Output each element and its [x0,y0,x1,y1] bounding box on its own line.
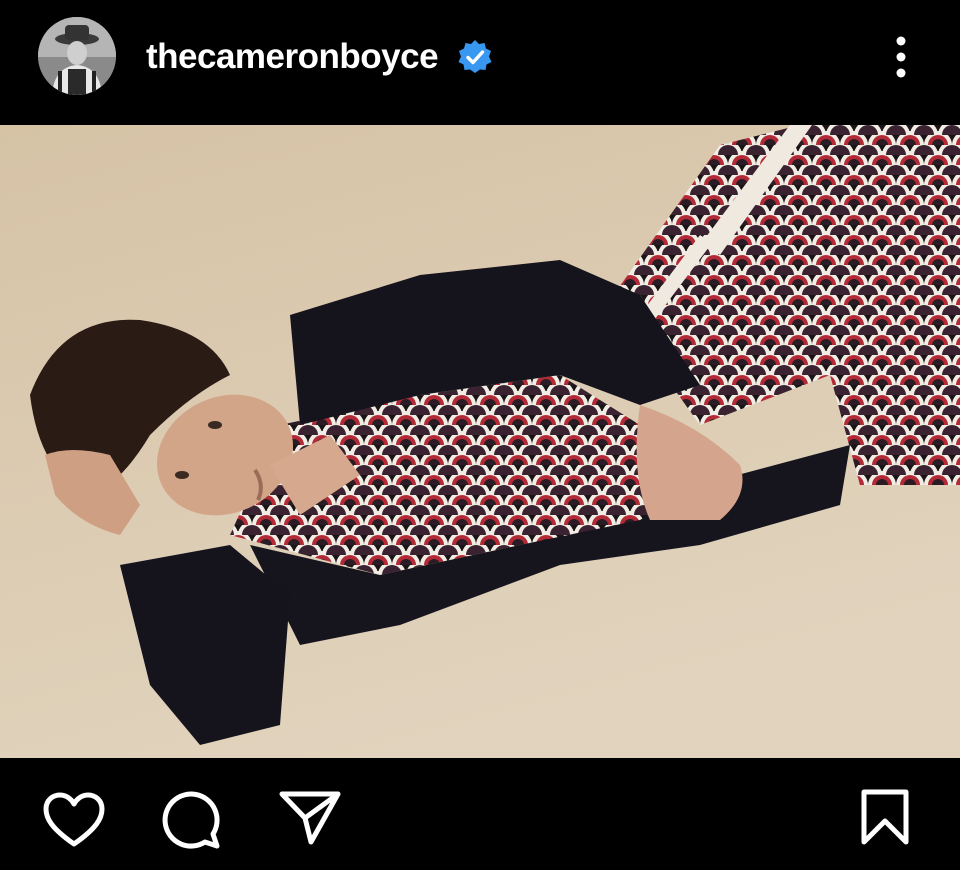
post-photo[interactable] [0,125,960,758]
username[interactable]: thecameronboyce [146,36,439,78]
comment-icon[interactable] [161,790,221,850]
post-header: thecameronboyce [0,0,960,125]
avatar[interactable] [38,17,116,95]
verified-badge-icon [458,40,492,73]
bookmark-icon[interactable] [860,788,910,846]
send-icon[interactable] [279,790,341,846]
heart-icon[interactable] [43,792,105,848]
more-options-icon[interactable] [884,33,918,81]
action-bar [0,758,960,870]
